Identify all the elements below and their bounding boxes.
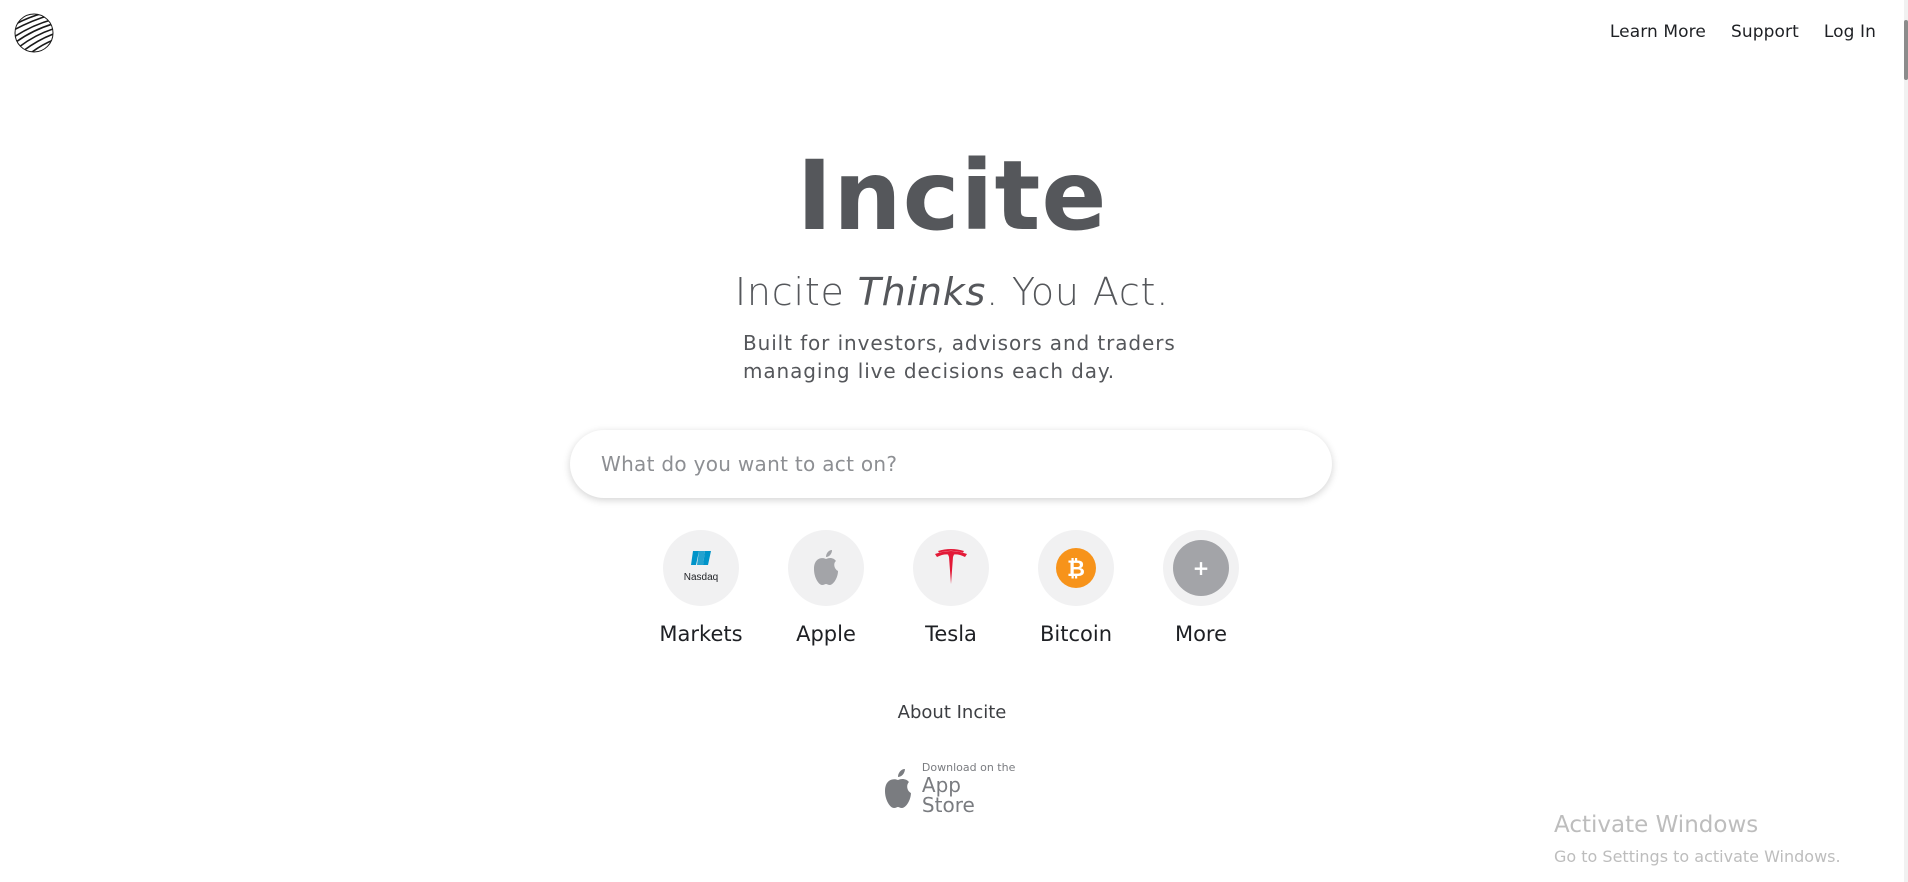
nav-log-in-link[interactable]: Log In (1824, 22, 1876, 42)
activate-windows-watermark: Activate Windows Go to Settings to activ… (1554, 812, 1841, 866)
tagline-part-1: Incite (734, 270, 858, 314)
search-input[interactable] (601, 452, 1291, 476)
quick-link-more-label: More (1174, 622, 1228, 646)
apple-icon (814, 550, 838, 585)
watermark-line-2: Go to Settings to activate Windows. (1554, 847, 1841, 866)
nav-learn-more-link[interactable]: Learn More (1610, 22, 1706, 42)
quick-link-more[interactable]: + More (1157, 530, 1245, 646)
quick-link-markets[interactable]: Nasdaq Markets (657, 530, 745, 646)
tagline-emphasis: Thinks (857, 270, 987, 314)
svg-text:₿: ₿ (1067, 557, 1085, 582)
hero-subtitle: Built for investors, advisors and trader… (743, 329, 1183, 385)
app-store-small-text: Download on the (921, 760, 1016, 774)
tesla-icon (935, 549, 967, 584)
scrollbar[interactable] (1904, 0, 1908, 882)
svg-text:Nasdaq: Nasdaq (684, 572, 718, 583)
tagline-part-2: . You Act. (986, 270, 1170, 314)
bitcoin-icon: ₿ (1056, 548, 1096, 588)
svg-text:+: + (1193, 556, 1210, 580)
scrollbar-thumb[interactable] (1904, 20, 1908, 80)
quick-link-apple-circle[interactable] (788, 530, 864, 606)
hero-title: Incite (796, 140, 1108, 252)
app-store-big-text: App Store (921, 772, 975, 817)
plus-icon: + (1173, 540, 1229, 596)
nasdaq-icon: Nasdaq (684, 551, 718, 583)
quick-link-bitcoin-label: Bitcoin (1039, 622, 1112, 646)
quick-link-bitcoin[interactable]: ₿ Bitcoin (1032, 530, 1120, 646)
watermark-line-1: Activate Windows (1554, 812, 1759, 838)
quick-link-tesla[interactable]: Tesla (907, 530, 995, 646)
subtitle-line-2: managing live decisions each day. (743, 359, 1116, 383)
quick-link-tesla-circle[interactable] (913, 530, 989, 606)
hero-tagline: Incite Thinks. You Act. (0, 270, 1904, 314)
page: Learn More Support Log In Incite Incite … (0, 0, 1908, 882)
about-incite-link[interactable]: About Incite (0, 702, 1904, 723)
quick-link-more-circle[interactable]: + (1163, 530, 1239, 606)
fingerprint-logo-icon[interactable] (14, 13, 54, 53)
quick-link-bitcoin-circle[interactable]: ₿ (1038, 530, 1114, 606)
search-box (570, 430, 1332, 498)
nav-support-link[interactable]: Support (1731, 22, 1799, 42)
app-store-text: Download on the App Store (922, 762, 1020, 815)
quick-links: Nasdaq Markets Apple Tesla ₿ Bitcoin + M… (0, 530, 1904, 646)
app-store-badge[interactable]: Download on the App Store (880, 762, 1020, 815)
quick-link-apple-label: Apple (796, 622, 856, 646)
quick-link-apple[interactable]: Apple (782, 530, 870, 646)
quick-link-tesla-label: Tesla (925, 622, 977, 646)
quick-link-markets-label: Markets (659, 622, 743, 646)
subtitle-line-1: Built for investors, advisors and trader… (743, 331, 1176, 355)
top-nav: Learn More Support Log In (1610, 22, 1876, 42)
apple-logo-icon (884, 769, 911, 808)
quick-link-markets-circle[interactable]: Nasdaq (663, 530, 739, 606)
